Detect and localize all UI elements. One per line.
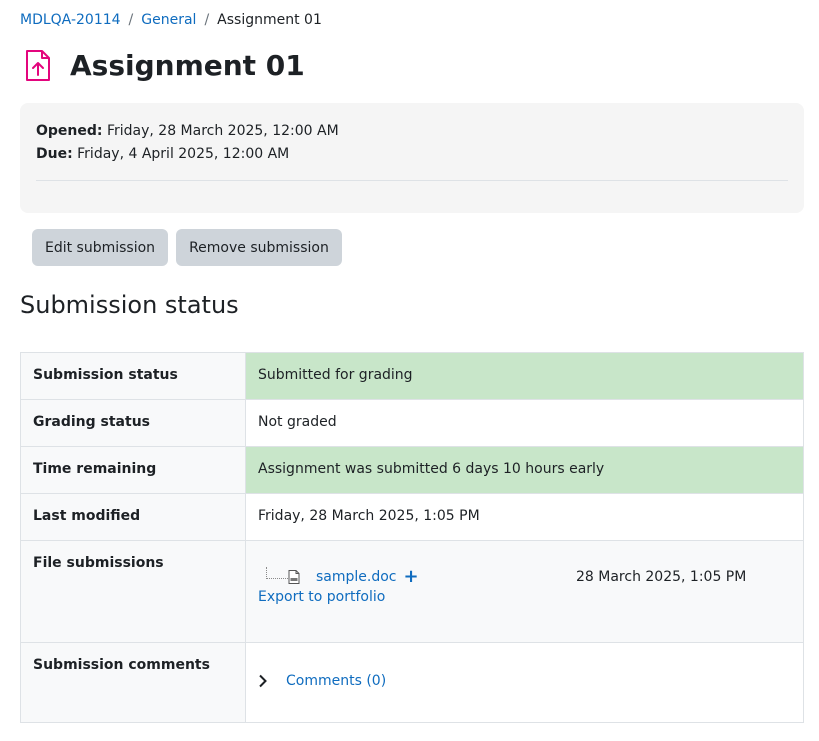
- breadcrumb-separator: /: [204, 12, 210, 28]
- file-submissions-cell: sample.doc + 28 March 2025, 1:05 PM Expo…: [245, 540, 804, 643]
- assignment-upload-icon: [20, 48, 56, 84]
- due-value: Friday, 4 April 2025, 12:00 AM: [77, 146, 290, 162]
- submission-status-table: Submission status Submitted for grading …: [20, 352, 804, 723]
- file-date: 28 March 2025, 1:05 PM: [576, 569, 747, 585]
- table-row: File submissions sample.doc + 28 March 2…: [20, 540, 804, 643]
- last-modified-value: Friday, 28 March 2025, 1:05 PM: [245, 493, 804, 541]
- breadcrumb-current: Assignment 01: [217, 12, 322, 28]
- breadcrumb-section-link[interactable]: General: [141, 10, 196, 30]
- grading-status-value: Not graded: [245, 399, 804, 447]
- comments-link[interactable]: Comments (0): [286, 673, 386, 689]
- document-icon: [288, 570, 300, 584]
- submission-status-value: Submitted for grading: [245, 352, 804, 400]
- table-row: Submission status Submitted for grading: [20, 352, 804, 400]
- breadcrumb-course-link[interactable]: MDLQA-20114: [20, 10, 121, 30]
- row-label: Last modified: [20, 493, 246, 541]
- table-row: Last modified Friday, 28 March 2025, 1:0…: [20, 493, 804, 541]
- page-header: Assignment 01: [20, 46, 305, 86]
- time-remaining-value: Assignment was submitted 6 days 10 hours…: [245, 446, 804, 494]
- activity-dates: Opened: Friday, 28 March 2025, 12:00 AM …: [20, 103, 804, 213]
- table-row: Time remaining Assignment was submitted …: [20, 446, 804, 494]
- page-title: Assignment 01: [70, 49, 305, 82]
- submission-comments-cell: Comments (0): [245, 642, 804, 723]
- chevron-right-icon[interactable]: [258, 674, 270, 688]
- remove-submission-button[interactable]: Remove submission: [176, 229, 342, 266]
- row-label: Time remaining: [20, 446, 246, 494]
- table-row: Grading status Not graded: [20, 399, 804, 447]
- opened-value: Friday, 28 March 2025, 12:00 AM: [106, 123, 339, 139]
- submission-actions: Edit submission Remove submission: [32, 229, 342, 266]
- section-title: Submission status: [20, 291, 239, 319]
- opened-date: Opened: Friday, 28 March 2025, 12:00 AM: [36, 120, 788, 143]
- breadcrumb: MDLQA-20114 / General / Assignment 01: [20, 10, 322, 30]
- tree-guide: [266, 567, 288, 579]
- breadcrumb-separator: /: [128, 12, 134, 28]
- row-label: Submission comments: [20, 642, 246, 723]
- table-row: Submission comments Comments (0): [20, 642, 804, 723]
- export-to-portfolio-link[interactable]: Export to portfolio: [258, 589, 791, 605]
- divider: [36, 180, 788, 181]
- row-label: File submissions: [20, 540, 246, 643]
- opened-label: Opened:: [36, 123, 103, 139]
- edit-submission-button[interactable]: Edit submission: [32, 229, 169, 266]
- plus-icon[interactable]: +: [404, 568, 419, 586]
- comments-toggle[interactable]: Comments (0): [258, 673, 791, 689]
- row-label: Submission status: [20, 352, 246, 400]
- due-date: Due: Friday, 4 April 2025, 12:00 AM: [36, 143, 788, 166]
- file-entry: sample.doc + 28 March 2025, 1:05 PM: [258, 567, 791, 586]
- file-link[interactable]: sample.doc: [316, 569, 397, 585]
- row-label: Grading status: [20, 399, 246, 447]
- due-label: Due:: [36, 146, 73, 162]
